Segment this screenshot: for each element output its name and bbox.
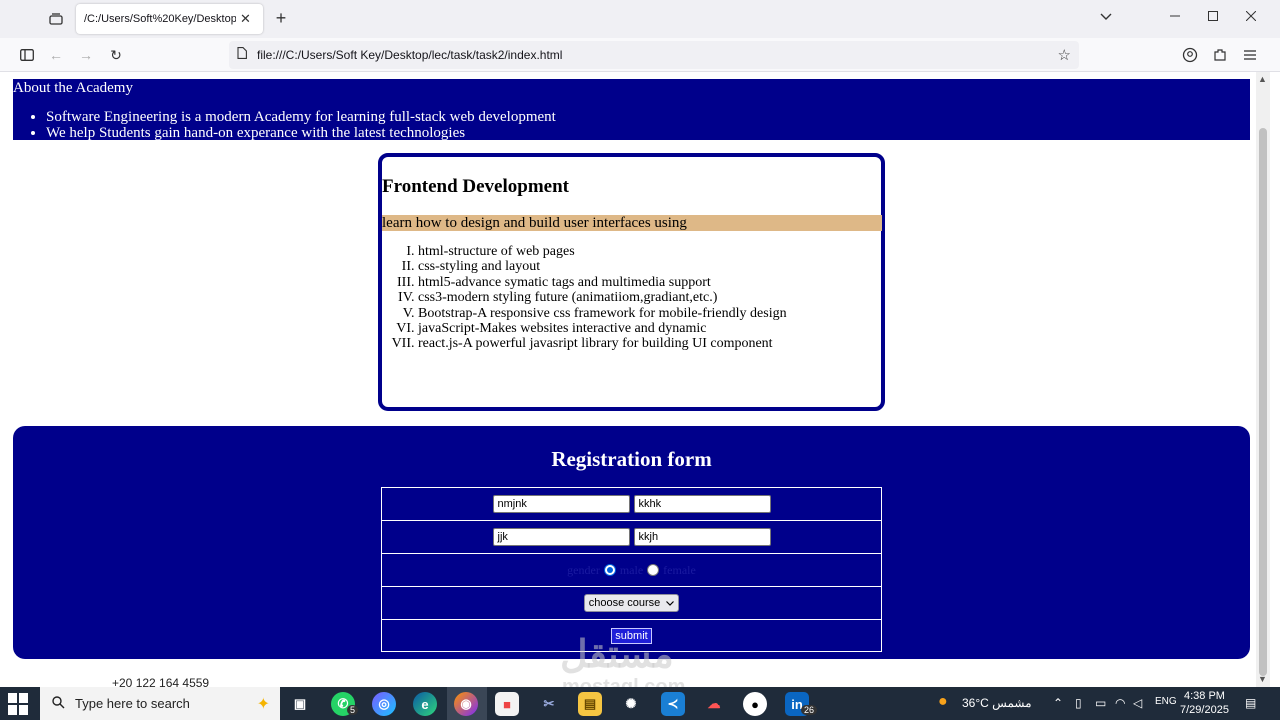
topic-item: react.js-A powerful javasript library fo… bbox=[418, 336, 787, 351]
topic-item: javaScript-Makes websites interactive an… bbox=[418, 321, 787, 336]
weather-text[interactable]: 36°C مشمس bbox=[962, 696, 1032, 710]
footer-phone-text: +20 122 164 4559 bbox=[112, 676, 210, 687]
female-radio[interactable] bbox=[647, 564, 660, 576]
maximize-icon[interactable] bbox=[1203, 8, 1223, 24]
browser-nav-bar: ← → ↻ file:///C:/Users/Soft Key/Desktop/… bbox=[0, 38, 1280, 72]
sparkle-icon: ✦ bbox=[256, 695, 270, 713]
frontend-topic-list: html-structure of web pages css-styling … bbox=[418, 244, 787, 352]
reload-icon[interactable]: ↻ bbox=[105, 44, 127, 66]
registration-form: nmjnk kkhk jjk kkjh gender male female c… bbox=[381, 487, 882, 652]
watermark-text: mostaql.com bbox=[562, 676, 686, 687]
topic-item: html-structure of web pages bbox=[418, 244, 787, 259]
forward-arrow-icon[interactable]: → bbox=[75, 44, 97, 66]
bookmark-star-icon[interactable]: ☆ bbox=[1058, 46, 1071, 64]
last-name-input[interactable]: kkhk bbox=[633, 495, 771, 513]
url-bar[interactable]: file:///C:/Users/Soft Key/Desktop/lec/ta… bbox=[229, 41, 1079, 69]
meet-icon[interactable]: ▯ bbox=[1075, 696, 1082, 710]
page-file-icon bbox=[237, 46, 247, 64]
gender-label: gender bbox=[567, 562, 600, 577]
back-arrow-icon[interactable]: ← bbox=[45, 44, 67, 66]
about-item: We help Students gain hand-on experance … bbox=[46, 125, 556, 141]
gender-group: gender male female bbox=[567, 563, 696, 578]
registration-section: Registration form nmjnk kkhk jjk kkjh ge… bbox=[13, 426, 1250, 659]
windows-start-icon[interactable] bbox=[8, 693, 30, 715]
whatsapp-badge: 5 bbox=[347, 705, 359, 715]
search-placeholder: Type here to search bbox=[75, 696, 190, 711]
notification-icon[interactable]: ▤ bbox=[1245, 696, 1256, 710]
male-label: male bbox=[619, 562, 644, 577]
chevron-down-icon bbox=[666, 597, 675, 609]
female-label: female bbox=[663, 562, 696, 577]
scroll-up-icon[interactable]: ▲ bbox=[1258, 74, 1267, 84]
text-input-3[interactable]: jjk bbox=[492, 528, 630, 546]
browser-tab-bar: /C:/Users/Soft%20Key/Desktop/lec/ ✕ + bbox=[0, 0, 1280, 38]
weather-icon: ● bbox=[938, 693, 948, 710]
language-indicator[interactable]: ENG bbox=[1155, 696, 1177, 707]
github-icon[interactable]: ● bbox=[743, 692, 767, 716]
system-clock[interactable]: 4:38 PM 7/29/2025 bbox=[1180, 689, 1229, 717]
frontend-intro: learn how to design and build user inter… bbox=[382, 215, 882, 231]
frontend-card: Frontend Development learn how to design… bbox=[378, 153, 885, 411]
task-view-icon[interactable]: ▣ bbox=[288, 692, 312, 716]
text-input-4[interactable]: kkjh bbox=[633, 528, 771, 546]
extensions-icon[interactable] bbox=[1209, 44, 1231, 66]
topic-item: Bootstrap-A responsive css framework for… bbox=[418, 306, 787, 321]
snipping-tool-icon[interactable]: ✂ bbox=[537, 692, 561, 716]
about-item: Software Engineering is a modern Academy… bbox=[46, 109, 556, 125]
scroll-thumb[interactable] bbox=[1259, 128, 1267, 676]
menu-hamburger-icon[interactable] bbox=[1239, 44, 1261, 66]
app-icon[interactable]: ☁ bbox=[702, 692, 726, 716]
tab-list-icon[interactable] bbox=[44, 8, 68, 30]
copilot-icon[interactable]: ◎ bbox=[372, 692, 396, 716]
registration-title: Registration form bbox=[551, 447, 712, 471]
active-tab[interactable]: /C:/Users/Soft%20Key/Desktop/lec/ ✕ bbox=[76, 4, 263, 34]
course-select[interactable]: choose course bbox=[583, 594, 680, 612]
page-scrollbar[interactable]: ▲ ▼ bbox=[1256, 72, 1270, 687]
battery-icon[interactable]: ▭ bbox=[1095, 696, 1106, 710]
account-icon[interactable] bbox=[1179, 44, 1201, 66]
volume-icon[interactable]: ◁ bbox=[1133, 696, 1142, 710]
tray-chevron-icon[interactable]: ⌃ bbox=[1053, 696, 1063, 710]
close-window-icon[interactable] bbox=[1241, 8, 1261, 24]
linkedin-badge: 26 bbox=[801, 705, 818, 715]
tab-overflow-chevron-icon[interactable] bbox=[1096, 8, 1116, 24]
topic-item: css-styling and layout bbox=[418, 259, 787, 274]
wifi-icon[interactable]: ◠ bbox=[1115, 696, 1125, 710]
url-text[interactable]: file:///C:/Users/Soft Key/Desktop/lec/ta… bbox=[257, 48, 562, 62]
tab-title: /C:/Users/Soft%20Key/Desktop/lec/ bbox=[84, 13, 236, 25]
edge-icon[interactable]: e bbox=[413, 692, 437, 716]
minimize-icon[interactable] bbox=[1165, 8, 1185, 24]
windows-taskbar: Type here to search ✦ ▣ ✆ 5 ◎ e ◉ ■ ✂ ▤ … bbox=[0, 687, 1280, 720]
first-name-input[interactable]: nmjnk bbox=[492, 495, 630, 513]
male-radio[interactable] bbox=[603, 564, 616, 576]
about-section: About the Academy Software Engineering i… bbox=[13, 79, 1250, 141]
window-edge bbox=[1270, 72, 1280, 687]
form-row: gender male female bbox=[382, 554, 881, 587]
about-title: About the Academy bbox=[13, 80, 133, 96]
vscode-icon[interactable]: ≺ bbox=[661, 692, 685, 716]
chatgpt-icon[interactable]: ✺ bbox=[619, 692, 643, 716]
form-row: jjk kkjh bbox=[382, 521, 881, 554]
form-row: choose course bbox=[382, 587, 881, 620]
clock-time: 4:38 PM bbox=[1183, 690, 1225, 702]
frontend-title: Frontend Development bbox=[382, 176, 569, 197]
search-icon bbox=[52, 695, 65, 712]
course-select-value: choose course bbox=[588, 597, 661, 609]
watermark-logo: مستقل bbox=[560, 634, 674, 676]
topic-item: css3-modern styling future (animatiiom,g… bbox=[418, 290, 787, 305]
scroll-down-icon[interactable]: ▼ bbox=[1258, 674, 1267, 684]
form-row: nmjnk kkhk bbox=[382, 488, 881, 521]
tab-close-icon[interactable]: ✕ bbox=[240, 11, 251, 27]
store-icon[interactable]: ■ bbox=[495, 692, 519, 716]
about-list: Software Engineering is a modern Academy… bbox=[46, 109, 556, 141]
page-viewport: About the Academy Software Engineering i… bbox=[0, 72, 1256, 687]
taskbar-search[interactable]: Type here to search ✦ bbox=[40, 687, 280, 720]
file-explorer-icon[interactable]: ▤ bbox=[578, 692, 602, 716]
topic-item: html5-advance symatic tags and multimedi… bbox=[418, 275, 787, 290]
new-tab-button[interactable]: + bbox=[270, 8, 292, 29]
clock-date: 7/29/2025 bbox=[1180, 704, 1229, 716]
firefox-icon[interactable]: ◉ bbox=[454, 692, 478, 716]
sidebar-toggle-icon[interactable] bbox=[16, 44, 38, 66]
